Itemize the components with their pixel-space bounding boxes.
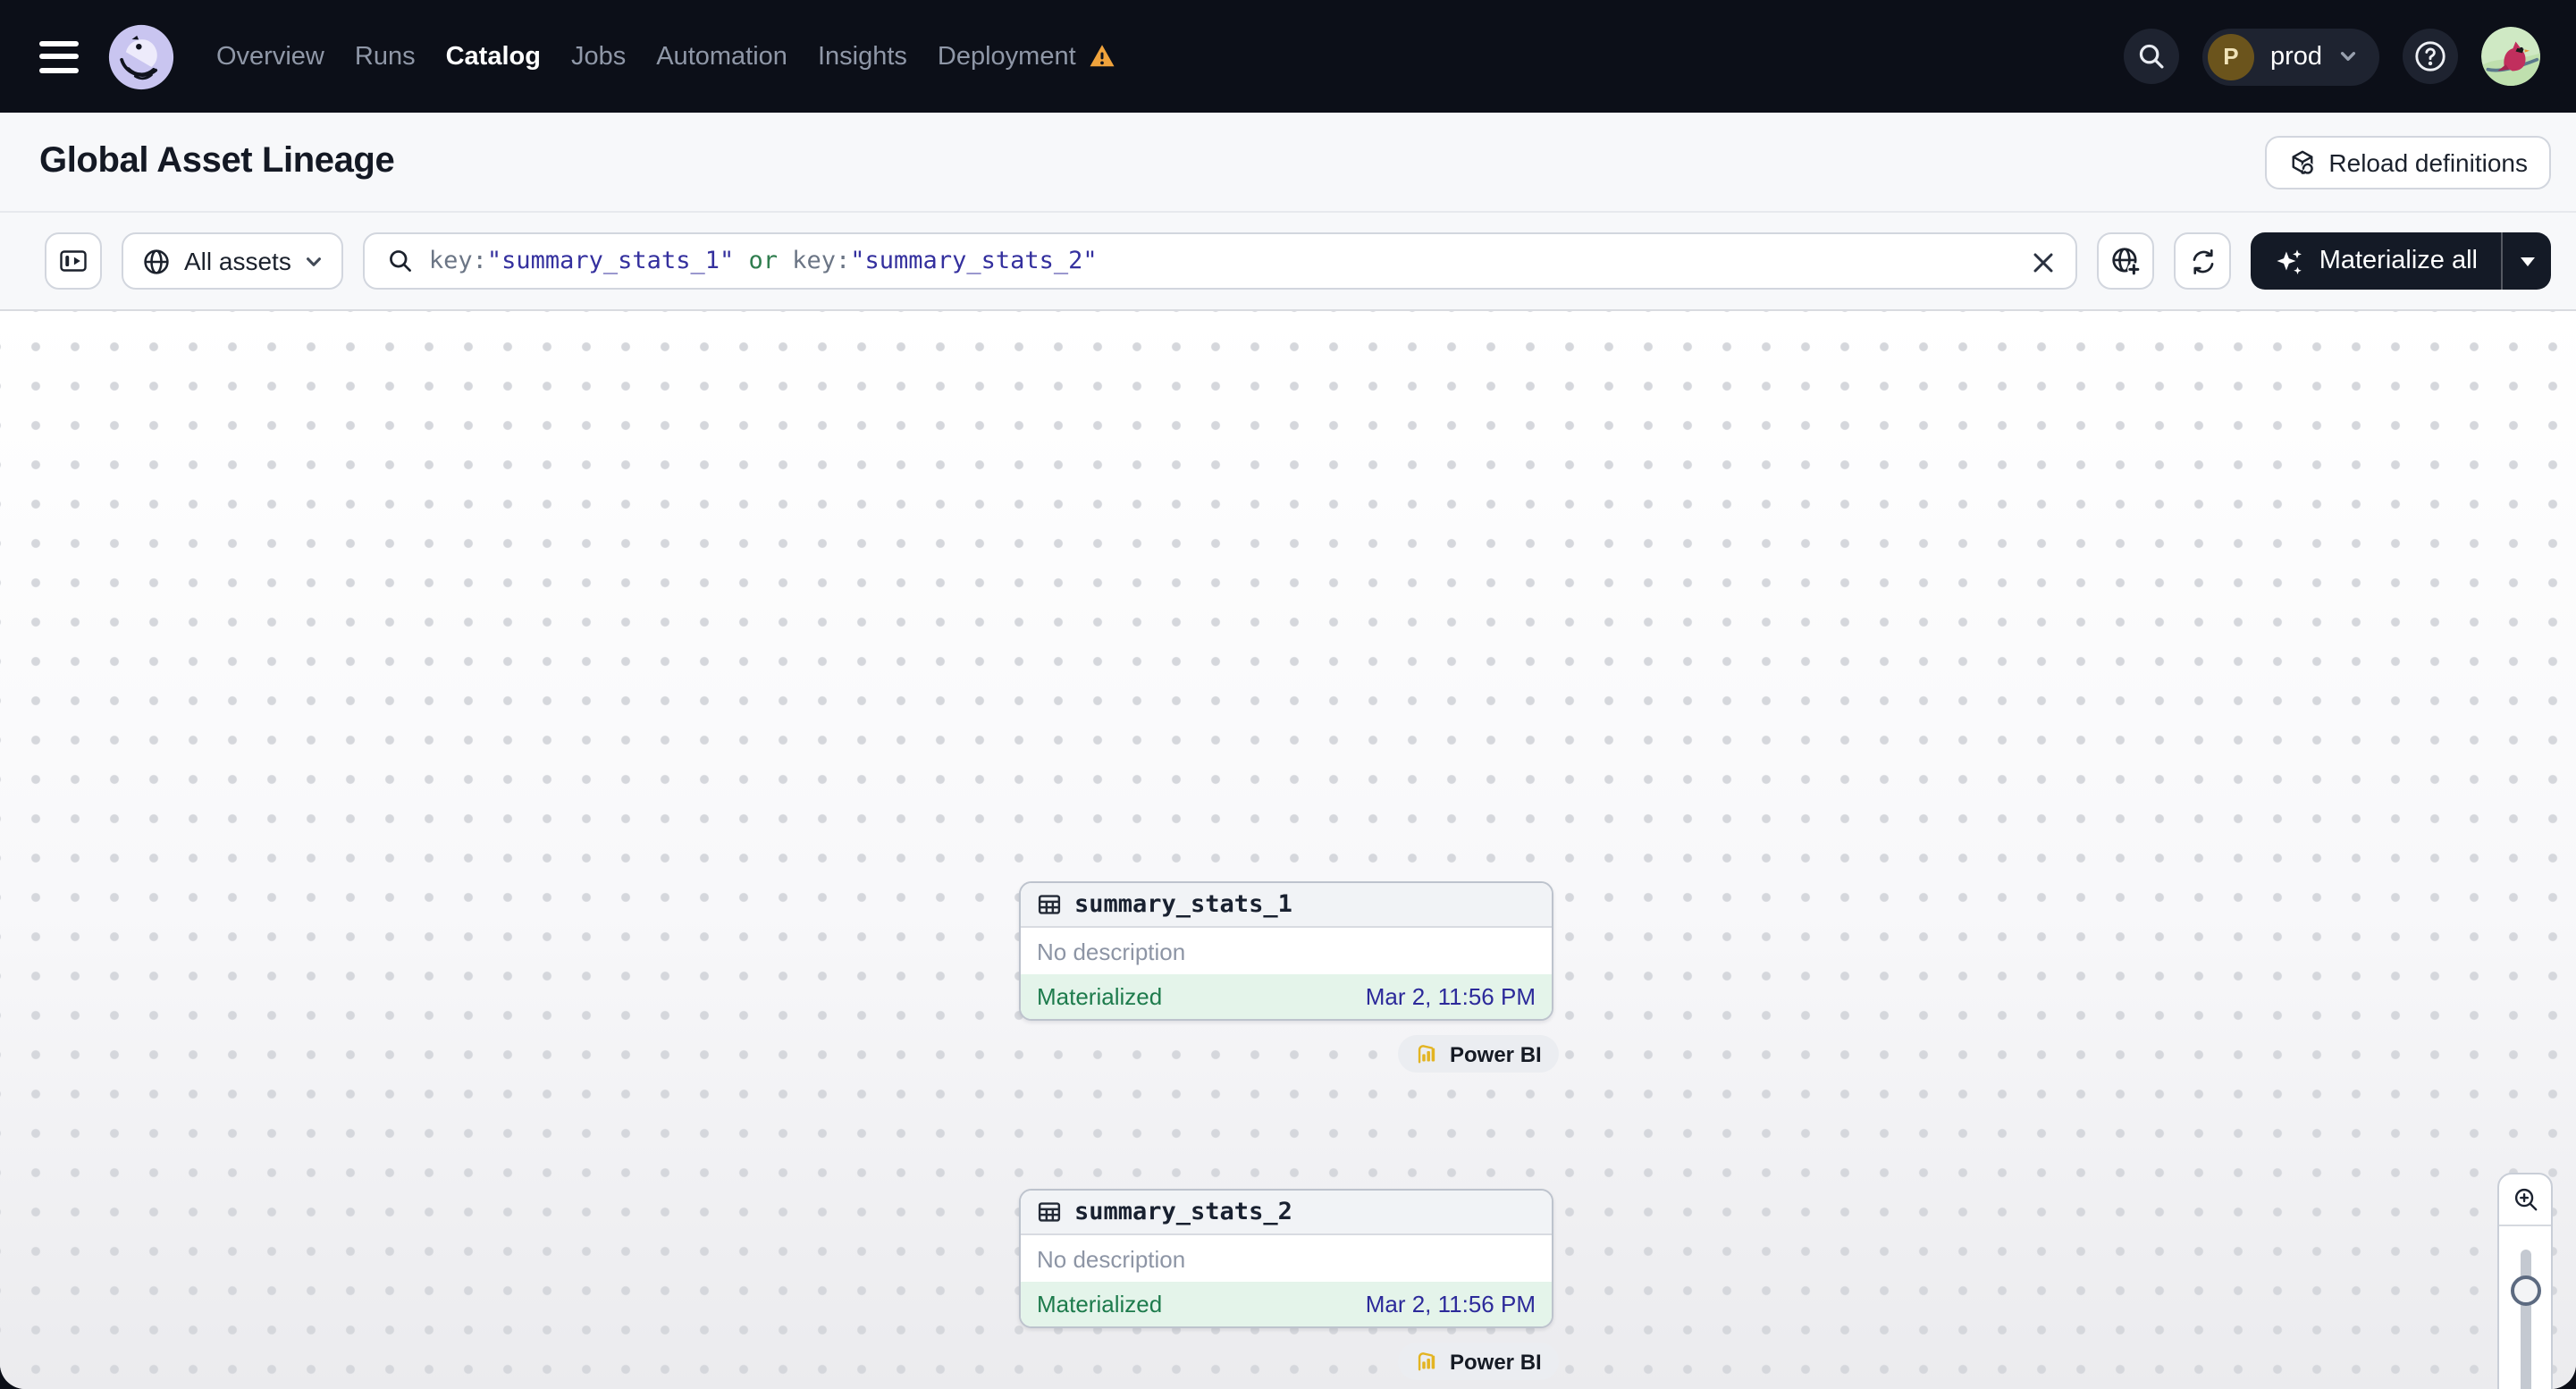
search-token: "summary_stats_1" [486, 247, 735, 275]
status-badge: Materialized [1037, 983, 1163, 1010]
page-title: Global Asset Lineage [39, 141, 395, 181]
search-token: "summary_stats_2" [850, 247, 1098, 275]
page-header: Global Asset Lineage Reload definitions [0, 113, 2576, 213]
asset-description: No description [1021, 928, 1552, 974]
search-icon [2136, 41, 2167, 72]
asset-node-summary-stats-1[interactable]: summary_stats_1 No description Materiali… [1019, 881, 1553, 1021]
nav-item-jobs[interactable]: Jobs [571, 42, 626, 71]
menu-icon[interactable] [39, 40, 79, 72]
nav-item-insights[interactable]: Insights [818, 42, 907, 71]
asset-node-header: summary_stats_2 [1021, 1191, 1552, 1235]
deployment-switcher[interactable]: P prod [2201, 28, 2379, 85]
powerbi-icon [1416, 1350, 1439, 1373]
materialize-all-button[interactable]: Materialize all [2252, 232, 2501, 290]
asset-status-row: Materialized Mar 2, 11:56 PM [1021, 1282, 1552, 1326]
chevron-down-icon [2338, 46, 2358, 66]
asset-status-row: Materialized Mar 2, 11:56 PM [1021, 974, 1552, 1019]
asset-description: No description [1021, 1235, 1552, 1282]
reload-definitions-icon [2287, 147, 2316, 176]
nav-item-label: Deployment [937, 42, 1076, 71]
zoom-slider[interactable] [2499, 1226, 2551, 1389]
dagster-logo-icon[interactable] [107, 22, 175, 90]
zoom-controls [2497, 1173, 2553, 1389]
help-button[interactable] [2403, 29, 2458, 84]
reload-definitions-button[interactable]: Reload definitions [2264, 135, 2551, 189]
expand-panel-icon [57, 245, 89, 277]
search-query-value: key:"summary_stats_1" or key:"summary_st… [429, 247, 1098, 275]
materialization-timestamp[interactable]: Mar 2, 11:56 PM [1366, 1291, 1536, 1317]
globe-icon [141, 246, 172, 276]
caret-down-icon [2520, 257, 2534, 265]
chevron-down-icon [304, 251, 324, 271]
search-token: or [734, 247, 793, 275]
materialize-all-label: Materialize all [2319, 247, 2478, 275]
materialize-all-split-button: Materialize all [2251, 232, 2551, 290]
nav-item-automation[interactable]: Automation [656, 42, 787, 71]
asset-name: summary_stats_2 [1074, 1198, 1292, 1226]
powerbi-tag-label: Power BI [1450, 1349, 1542, 1374]
zoom-in-icon [2511, 1185, 2539, 1214]
table-icon [1037, 1200, 1062, 1225]
search-icon [386, 247, 415, 275]
table-icon [1037, 892, 1062, 917]
refresh-icon [2188, 246, 2218, 276]
powerbi-tag[interactable]: Power BI [1398, 1035, 1560, 1073]
asset-node-summary-stats-2[interactable]: summary_stats_2 No description Materiali… [1019, 1189, 1553, 1328]
reload-definitions-label: Reload definitions [2328, 147, 2528, 176]
nav-links: Overview Runs Catalog Jobs Automation In… [216, 42, 1115, 71]
lineage-canvas[interactable]: summary_stats_1 No description Materiali… [0, 309, 2576, 1389]
search-button[interactable] [2123, 29, 2179, 84]
dagster-app: Overview Runs Catalog Jobs Automation In… [0, 0, 2576, 1389]
nav-item-deployment[interactable]: Deployment [938, 42, 1115, 71]
asset-search-input[interactable]: key:"summary_stats_1" or key:"summary_st… [362, 232, 2078, 290]
powerbi-tag-label: Power BI [1450, 1041, 1542, 1066]
powerbi-icon [1416, 1042, 1439, 1065]
nav-item-catalog[interactable]: Catalog [446, 42, 541, 71]
refresh-graph-button[interactable] [2174, 232, 2232, 290]
warning-icon [1089, 43, 1115, 70]
asset-filter-label: All assets [184, 247, 291, 275]
zoom-slider-thumb[interactable] [2510, 1275, 2540, 1306]
deployment-name: prod [2269, 42, 2322, 71]
open-left-panel-button[interactable] [45, 232, 102, 290]
zoom-slider-track[interactable] [2520, 1250, 2530, 1389]
materialize-options-button[interactable] [2501, 232, 2551, 290]
lineage-toolbar: All assets key:"summary_stats_1" or key:… [0, 213, 2576, 309]
help-icon [2413, 39, 2447, 73]
asset-node-header: summary_stats_1 [1021, 883, 1552, 928]
top-nav: Overview Runs Catalog Jobs Automation In… [0, 0, 2576, 113]
search-token: key: [792, 247, 851, 275]
nav-right-cluster: P prod [2123, 27, 2540, 86]
open-in-new-tab-button[interactable] [2097, 232, 2155, 290]
asset-name: summary_stats_1 [1074, 890, 1292, 919]
sparkles-icon [2275, 246, 2305, 276]
user-avatar[interactable] [2481, 27, 2540, 86]
nav-item-runs[interactable]: Runs [355, 42, 416, 71]
globe-plus-icon [2110, 245, 2142, 277]
materialization-timestamp[interactable]: Mar 2, 11:56 PM [1366, 983, 1536, 1010]
powerbi-tag[interactable]: Power BI [1398, 1343, 1560, 1380]
zoom-in-button[interactable] [2499, 1174, 2551, 1226]
search-token: key: [428, 247, 487, 275]
clear-search-button[interactable] [2028, 247, 2060, 279]
asset-filter-dropdown[interactable]: All assets [122, 232, 343, 290]
nav-item-overview[interactable]: Overview [216, 42, 324, 71]
status-badge: Materialized [1037, 1291, 1163, 1317]
deployment-initial-badge: P [2207, 33, 2254, 80]
